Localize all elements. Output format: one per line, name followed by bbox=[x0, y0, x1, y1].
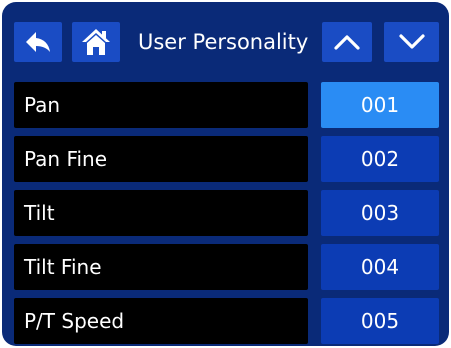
parameter-label[interactable]: Tilt Fine bbox=[14, 244, 308, 290]
back-arrow-icon bbox=[25, 31, 51, 53]
parameter-label[interactable]: Tilt bbox=[14, 190, 308, 236]
parameter-label[interactable]: Pan bbox=[14, 82, 308, 128]
list-item: Tilt 003 bbox=[14, 190, 439, 236]
list-item: Pan Fine 002 bbox=[14, 136, 439, 182]
parameter-value[interactable]: 004 bbox=[321, 244, 439, 290]
chevron-down-icon bbox=[398, 33, 426, 51]
scroll-down-button[interactable] bbox=[384, 22, 439, 62]
list-item: Tilt Fine 004 bbox=[14, 244, 439, 290]
parameter-label[interactable]: P/T Speed bbox=[14, 298, 308, 344]
screen-panel: User Personality Pan 001 Pan Fine 002 Ti… bbox=[2, 2, 449, 346]
page-title: User Personality bbox=[138, 30, 309, 54]
parameter-value[interactable]: 002 bbox=[321, 136, 439, 182]
scroll-up-button[interactable] bbox=[322, 22, 372, 62]
parameter-label[interactable]: Pan Fine bbox=[14, 136, 308, 182]
back-button[interactable] bbox=[14, 22, 62, 62]
home-button[interactable] bbox=[72, 22, 120, 62]
parameter-value[interactable]: 001 bbox=[321, 82, 439, 128]
chevron-up-icon bbox=[333, 33, 361, 51]
list-item: P/T Speed 005 bbox=[14, 298, 439, 344]
parameter-value[interactable]: 003 bbox=[321, 190, 439, 236]
parameter-value[interactable]: 005 bbox=[321, 298, 439, 344]
list-item: Pan 001 bbox=[14, 82, 439, 128]
home-icon bbox=[81, 27, 111, 57]
header-bar: User Personality bbox=[14, 12, 439, 70]
